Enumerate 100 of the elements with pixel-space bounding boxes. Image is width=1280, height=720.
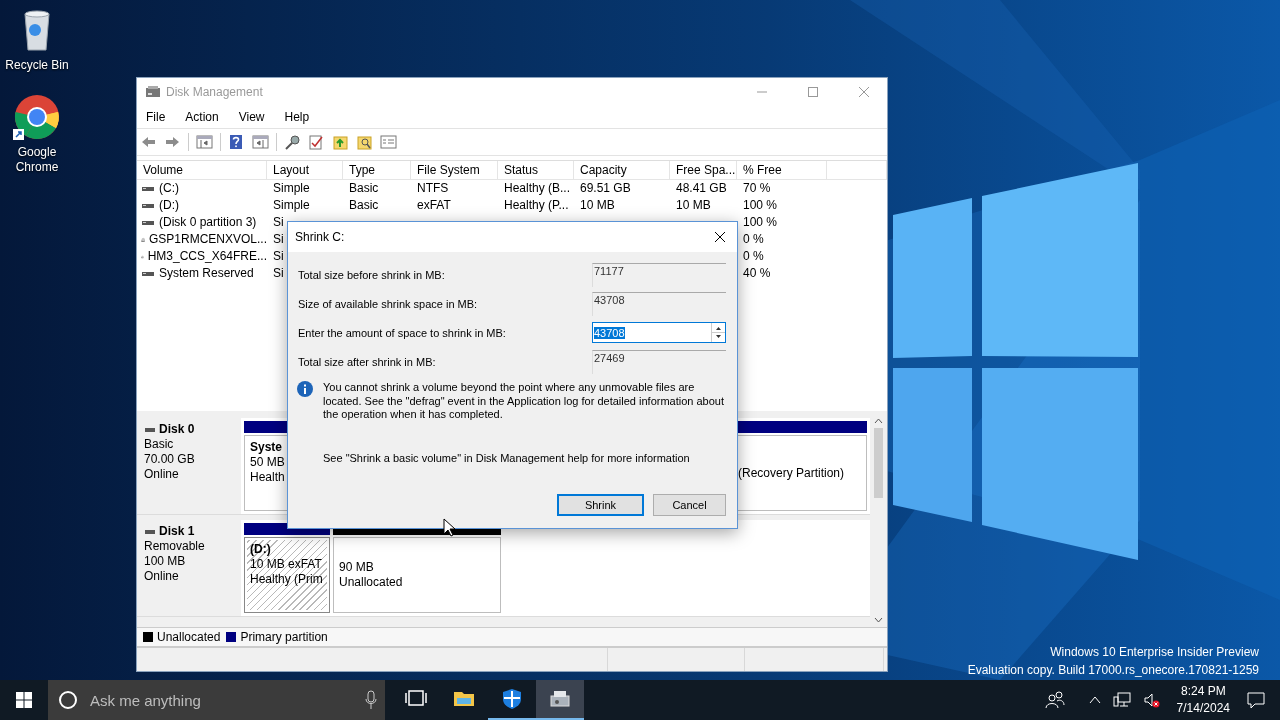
column-header[interactable]: Capacity bbox=[574, 161, 670, 179]
window-title: Disk Management bbox=[166, 85, 264, 99]
partition-detail: 90 MB bbox=[339, 560, 374, 575]
network-icon[interactable] bbox=[1112, 692, 1131, 708]
field-label: Total size after shrink in MB: bbox=[298, 355, 437, 368]
disk-detail: Basic bbox=[144, 437, 175, 452]
field-label: Total size before shrink in MB: bbox=[298, 268, 446, 281]
partition-detail: 10 MB exFAT bbox=[250, 557, 322, 572]
scroll-down-icon[interactable] bbox=[874, 617, 883, 623]
folder-search-icon[interactable] bbox=[356, 134, 373, 150]
partition-name: (D:) bbox=[250, 542, 271, 557]
table-cell: Simple bbox=[273, 197, 310, 214]
desktop-icon-label[interactable]: Recycle Bin bbox=[2, 58, 72, 73]
column-header[interactable]: Free Spa... bbox=[670, 161, 737, 179]
field-label: Size of available shrink space in MB: bbox=[298, 297, 479, 310]
table-cell: 70 % bbox=[743, 180, 771, 197]
partition-detail: Healthy (Prim bbox=[250, 572, 323, 587]
watermark-text: Windows 10 Enterprise Insider Preview bbox=[1050, 644, 1259, 661]
menu-item[interactable]: View bbox=[233, 110, 270, 124]
table-cell: 0 % bbox=[743, 248, 764, 265]
dialog-button[interactable]: Shrink bbox=[557, 494, 644, 516]
column-header[interactable]: Layout bbox=[267, 161, 343, 179]
forward-arrow-icon[interactable] bbox=[164, 134, 181, 150]
table-cell: Basic bbox=[349, 180, 379, 197]
column-header[interactable]: % Free bbox=[737, 161, 827, 179]
table-cell: 40 % bbox=[743, 265, 771, 282]
scrollbar-thumb[interactable] bbox=[874, 428, 883, 498]
watermark-text: Evaluation copy. Build 17000.rs_onecore.170821-1259 bbox=[967, 662, 1259, 679]
number-field[interactable]: 43708 bbox=[592, 322, 726, 343]
folder-icon[interactable] bbox=[332, 134, 349, 150]
column-header[interactable]: File System bbox=[411, 161, 498, 179]
table-cell: 10 MB bbox=[580, 197, 615, 214]
table-cell: Si bbox=[273, 248, 284, 265]
disk-detail: Online bbox=[144, 467, 180, 482]
column-header[interactable]: Type bbox=[343, 161, 411, 179]
notifications-icon[interactable] bbox=[1246, 690, 1266, 710]
menu-item[interactable]: Help bbox=[279, 110, 315, 124]
close-icon[interactable] bbox=[714, 231, 726, 243]
partition-detail: 50 MB bbox=[250, 455, 285, 470]
partition-detail: Health bbox=[250, 470, 285, 485]
partition-detail: Unallocated bbox=[339, 575, 403, 590]
drive-icon bbox=[145, 84, 161, 100]
table-cell: Si bbox=[273, 265, 284, 282]
windows-logo-icon bbox=[16, 692, 32, 708]
table-cell: 69.51 GB bbox=[580, 180, 631, 197]
partition[interactable]: 90 MB Unallocated bbox=[333, 537, 501, 613]
search-bar[interactable]: Ask me anything bbox=[48, 680, 385, 720]
pane-icon[interactable] bbox=[196, 134, 213, 150]
disk-detail: 70.00 GB bbox=[144, 452, 196, 467]
volume-muted-icon[interactable] bbox=[1142, 692, 1161, 708]
table-cell: Healthy (P... bbox=[504, 197, 569, 214]
info-icon bbox=[297, 381, 313, 397]
chevron-up-icon[interactable] bbox=[1088, 694, 1101, 706]
disk-name: Disk 0 bbox=[159, 422, 195, 437]
disk-detail: Removable bbox=[144, 539, 206, 554]
taskbar-button[interactable] bbox=[536, 680, 584, 720]
clock[interactable]: 8:24 PM 7/14/2024 bbox=[1166, 683, 1240, 717]
menu-item[interactable]: Action bbox=[180, 110, 224, 124]
maximize-icon[interactable] bbox=[807, 86, 819, 98]
disk-detail: 100 MB bbox=[144, 554, 187, 569]
back-arrow-icon[interactable] bbox=[140, 134, 157, 150]
column-header[interactable]: Status bbox=[498, 161, 574, 179]
dialog-button[interactable]: Cancel bbox=[653, 494, 726, 516]
partition[interactable]: (D:) 10 MB exFAT Healthy (Prim bbox=[244, 537, 330, 613]
menu-item[interactable]: File bbox=[141, 110, 171, 124]
shield-icon bbox=[500, 687, 524, 711]
table-cell: (Disk 0 partition 3) bbox=[159, 214, 257, 231]
table-cell: HM3_CCS_X64FRE... bbox=[147, 248, 267, 265]
table-cell: (D:) bbox=[159, 197, 179, 214]
table-cell: Si bbox=[273, 231, 284, 248]
table-cell: System Reserved bbox=[159, 265, 254, 282]
dialog-title: Shrink C: bbox=[295, 230, 346, 244]
table-cell: (C:) bbox=[159, 180, 179, 197]
pane-icon[interactable] bbox=[252, 134, 269, 150]
legend-label: Unallocated bbox=[157, 630, 221, 644]
value-field: 71177 bbox=[592, 263, 726, 287]
field-label: Enter the amount of space to shrink in MB: bbox=[298, 326, 507, 339]
table-cell: Simple bbox=[273, 180, 310, 197]
microphone-icon[interactable] bbox=[365, 690, 377, 710]
table-cell: 100 % bbox=[743, 197, 778, 214]
search-field[interactable]: Ask me anything bbox=[88, 690, 355, 710]
table-cell: Basic bbox=[349, 197, 379, 214]
table-cell: 0 % bbox=[743, 231, 764, 248]
people-icon[interactable] bbox=[1044, 690, 1065, 710]
column-header[interactable]: Volume bbox=[137, 161, 267, 179]
checklist-icon[interactable] bbox=[308, 134, 325, 150]
disk-name: Disk 1 bbox=[159, 524, 195, 539]
browser-icon[interactable] bbox=[13, 93, 61, 141]
scroll-up-icon[interactable] bbox=[874, 418, 883, 424]
table-cell: 100 % bbox=[743, 214, 778, 231]
table-cell: Si bbox=[273, 214, 284, 231]
help-icon[interactable] bbox=[228, 134, 245, 150]
desktop-icon-label[interactable]: Google Chrome bbox=[2, 145, 72, 175]
table-cell: Healthy (B... bbox=[504, 180, 571, 197]
table-cell: exFAT bbox=[417, 197, 451, 214]
value-field: 43708 bbox=[592, 292, 726, 316]
table-cell: 48.41 GB bbox=[676, 180, 727, 197]
partition-detail: (Recovery Partition) bbox=[737, 465, 844, 481]
table-cell: 10 MB bbox=[676, 197, 711, 214]
table-cell: NTFS bbox=[417, 180, 449, 197]
